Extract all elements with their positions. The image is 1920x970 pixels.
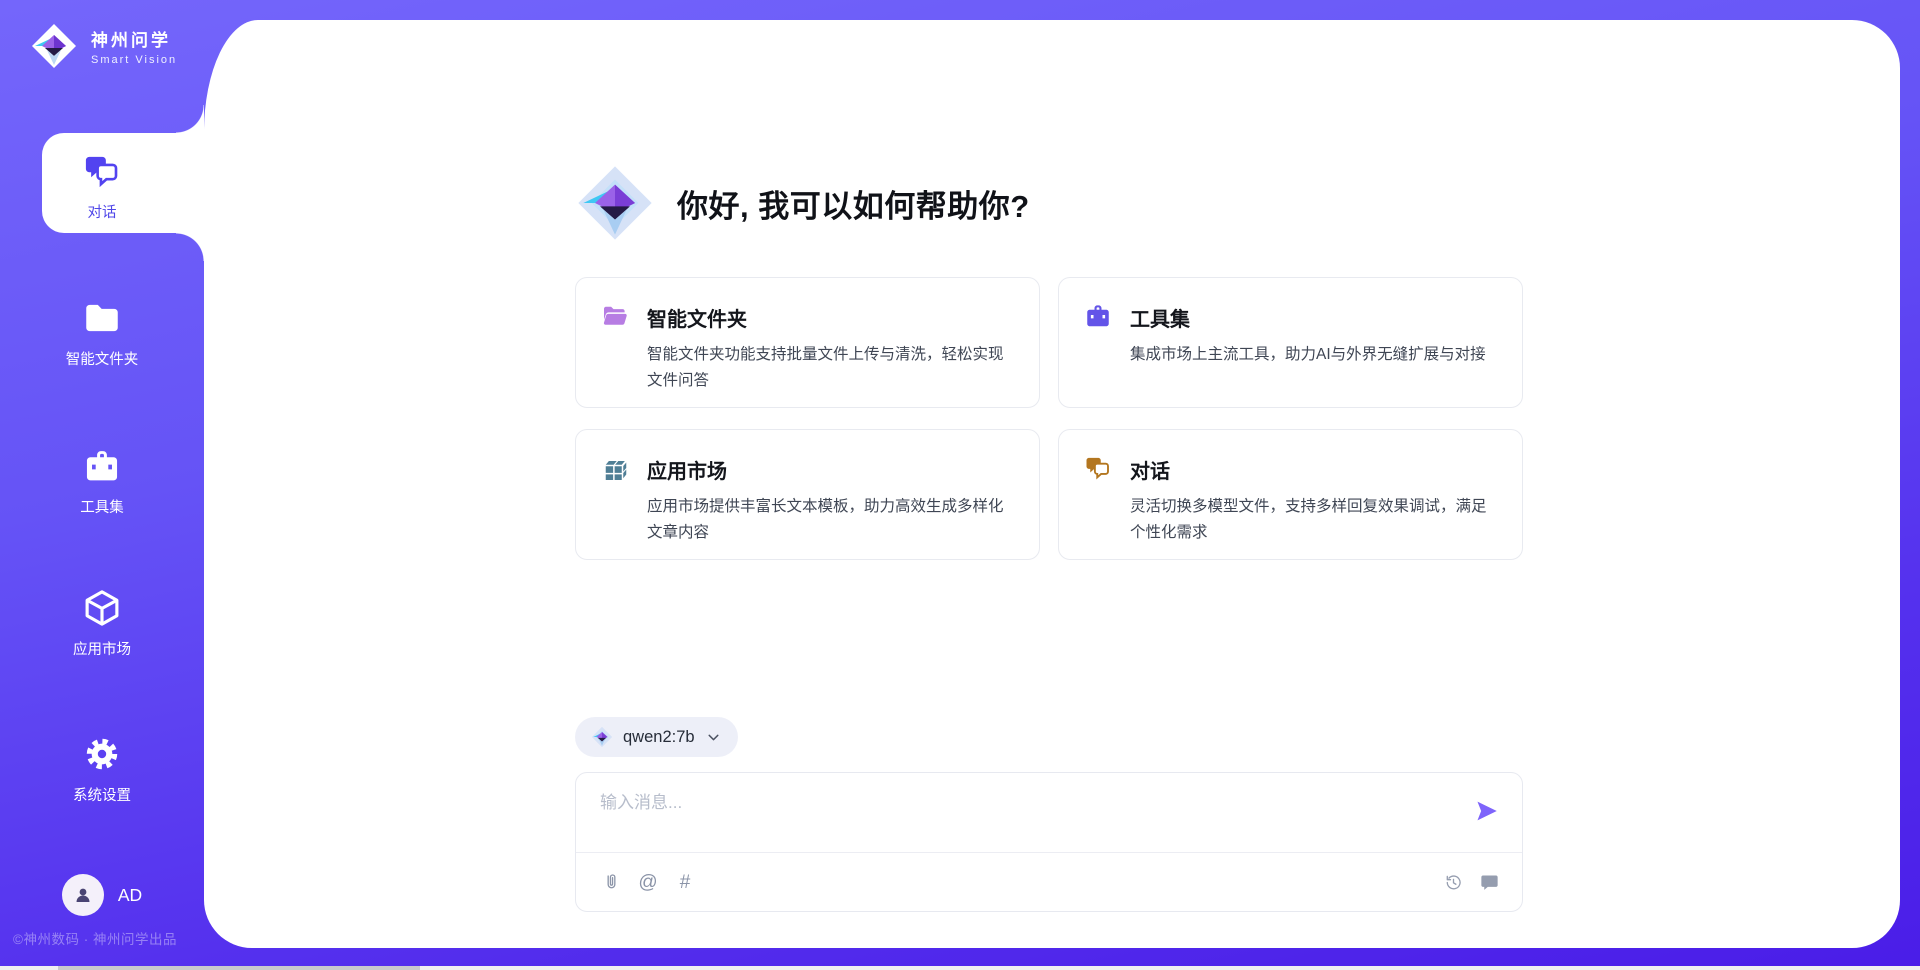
card-smart-folder[interactable]: 智能文件夹 智能文件夹功能支持批量文件上传与清洗，轻松实现文件问答 [575,277,1040,408]
card-description: 集成市场上主流工具，助力AI与外界无缝扩展与对接 [1130,342,1486,368]
open-folder-icon [600,301,630,331]
message-composer: @ # [575,772,1523,912]
message-input[interactable] [600,790,1474,813]
brand: 神州问学 Smart Vision [30,22,177,70]
sidebar-item-toolset[interactable]: 工具集 [0,445,204,517]
person-icon [71,883,95,907]
chat-icon [81,150,123,192]
card-app-market[interactable]: 应用市场 应用市场提供丰富长文本模板，助力高效生成多样化文章内容 [575,429,1040,560]
brand-name-en: Smart Vision [91,54,177,66]
greeting: 你好, 我可以如何帮助你? [575,163,1030,243]
sidebar-item-settings[interactable]: 系统设置 [0,733,204,805]
mention-button[interactable]: @ [637,871,659,893]
sidebar-item-label: 应用市场 [73,638,131,659]
main-panel: 你好, 我可以如何帮助你? 智能文件夹 智能文件夹功能支持批量文件上传与清洗，轻… [204,20,1900,948]
card-title: 应用市场 [647,455,1015,484]
new-chat-button[interactable] [1478,871,1500,893]
sidebar-item-smart-folder[interactable]: 智能文件夹 [0,297,204,369]
paperclip-icon [601,872,622,893]
briefcase-icon [1083,301,1113,331]
mention-icon: @ [638,873,657,892]
sidebar-item-label: 对话 [88,201,117,222]
model-name: qwen2:7b [623,728,695,747]
card-chat[interactable]: 对话 灵活切换多模型文件，支持多样回复效果调试，满足个性化需求 [1058,429,1523,560]
sidebar-item-label: 系统设置 [73,784,131,805]
user-account[interactable]: AD [0,874,204,916]
folder-icon [81,297,123,339]
sidebar-item-label: 工具集 [80,496,124,517]
toolbox-icon [81,445,123,487]
history-button[interactable] [1442,871,1464,893]
attachment-button[interactable] [600,871,622,893]
card-toolset[interactable]: 工具集 集成市场上主流工具，助力AI与外界无缝扩展与对接 [1058,277,1523,408]
card-title: 对话 [1130,455,1498,484]
card-title: 智能文件夹 [647,303,1015,332]
horizontal-scrollbar[interactable] [0,966,1920,970]
model-gem-icon [591,726,613,748]
gear-icon [81,733,123,775]
send-icon[interactable] [1474,798,1500,824]
grid-cube-icon [600,453,630,483]
hash-icon: # [680,873,691,892]
user-label: AD [118,885,142,906]
model-selector[interactable]: qwen2:7b [575,717,738,757]
greeting-gem-icon [575,163,655,243]
cube-icon [81,587,123,629]
comment-icon [1479,872,1500,893]
horizontal-scrollbar-thumb[interactable] [58,966,420,970]
greeting-title: 你好, 我可以如何帮助你? [677,181,1030,226]
brand-name-cn: 神州问学 [91,26,177,51]
feature-cards: 智能文件夹 智能文件夹功能支持批量文件上传与清洗，轻松实现文件问答 工具集 集成… [575,277,1523,560]
sidebar-item-label: 智能文件夹 [66,348,139,369]
sidebar-item-chat[interactable]: 对话 [0,150,204,222]
avatar [62,874,104,916]
hash-button[interactable]: # [674,871,696,893]
copyright-footer: ©神州数码 · 神州问学出品 [13,928,177,948]
card-description: 灵活切换多模型文件，支持多样回复效果调试，满足个性化需求 [1130,494,1498,546]
card-title: 工具集 [1130,303,1486,332]
brand-gem-icon [30,22,78,70]
sidebar-item-app-market[interactable]: 应用市场 [0,587,204,659]
card-description: 应用市场提供丰富长文本模板，助力高效生成多样化文章内容 [647,494,1015,546]
chat-icon [1083,453,1113,483]
history-icon [1443,872,1464,893]
card-description: 智能文件夹功能支持批量文件上传与清洗，轻松实现文件问答 [647,342,1015,394]
chevron-down-icon [705,729,722,746]
